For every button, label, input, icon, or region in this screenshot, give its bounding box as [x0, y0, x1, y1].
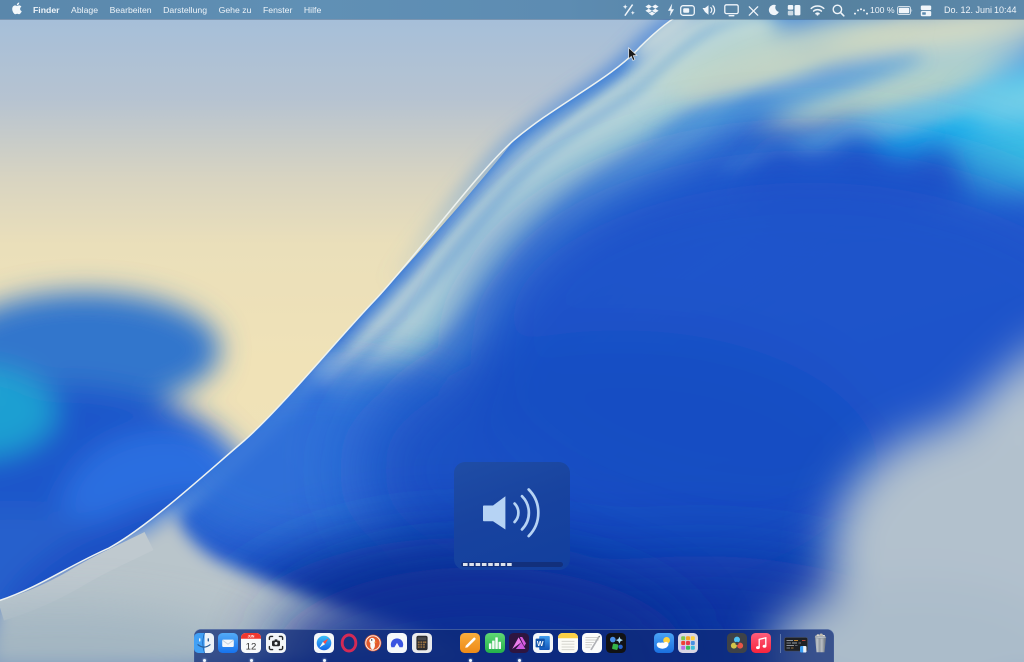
- svg-text:W: W: [537, 641, 544, 648]
- svg-text:12: 12: [246, 641, 257, 652]
- svg-text:JUN: JUN: [248, 635, 255, 639]
